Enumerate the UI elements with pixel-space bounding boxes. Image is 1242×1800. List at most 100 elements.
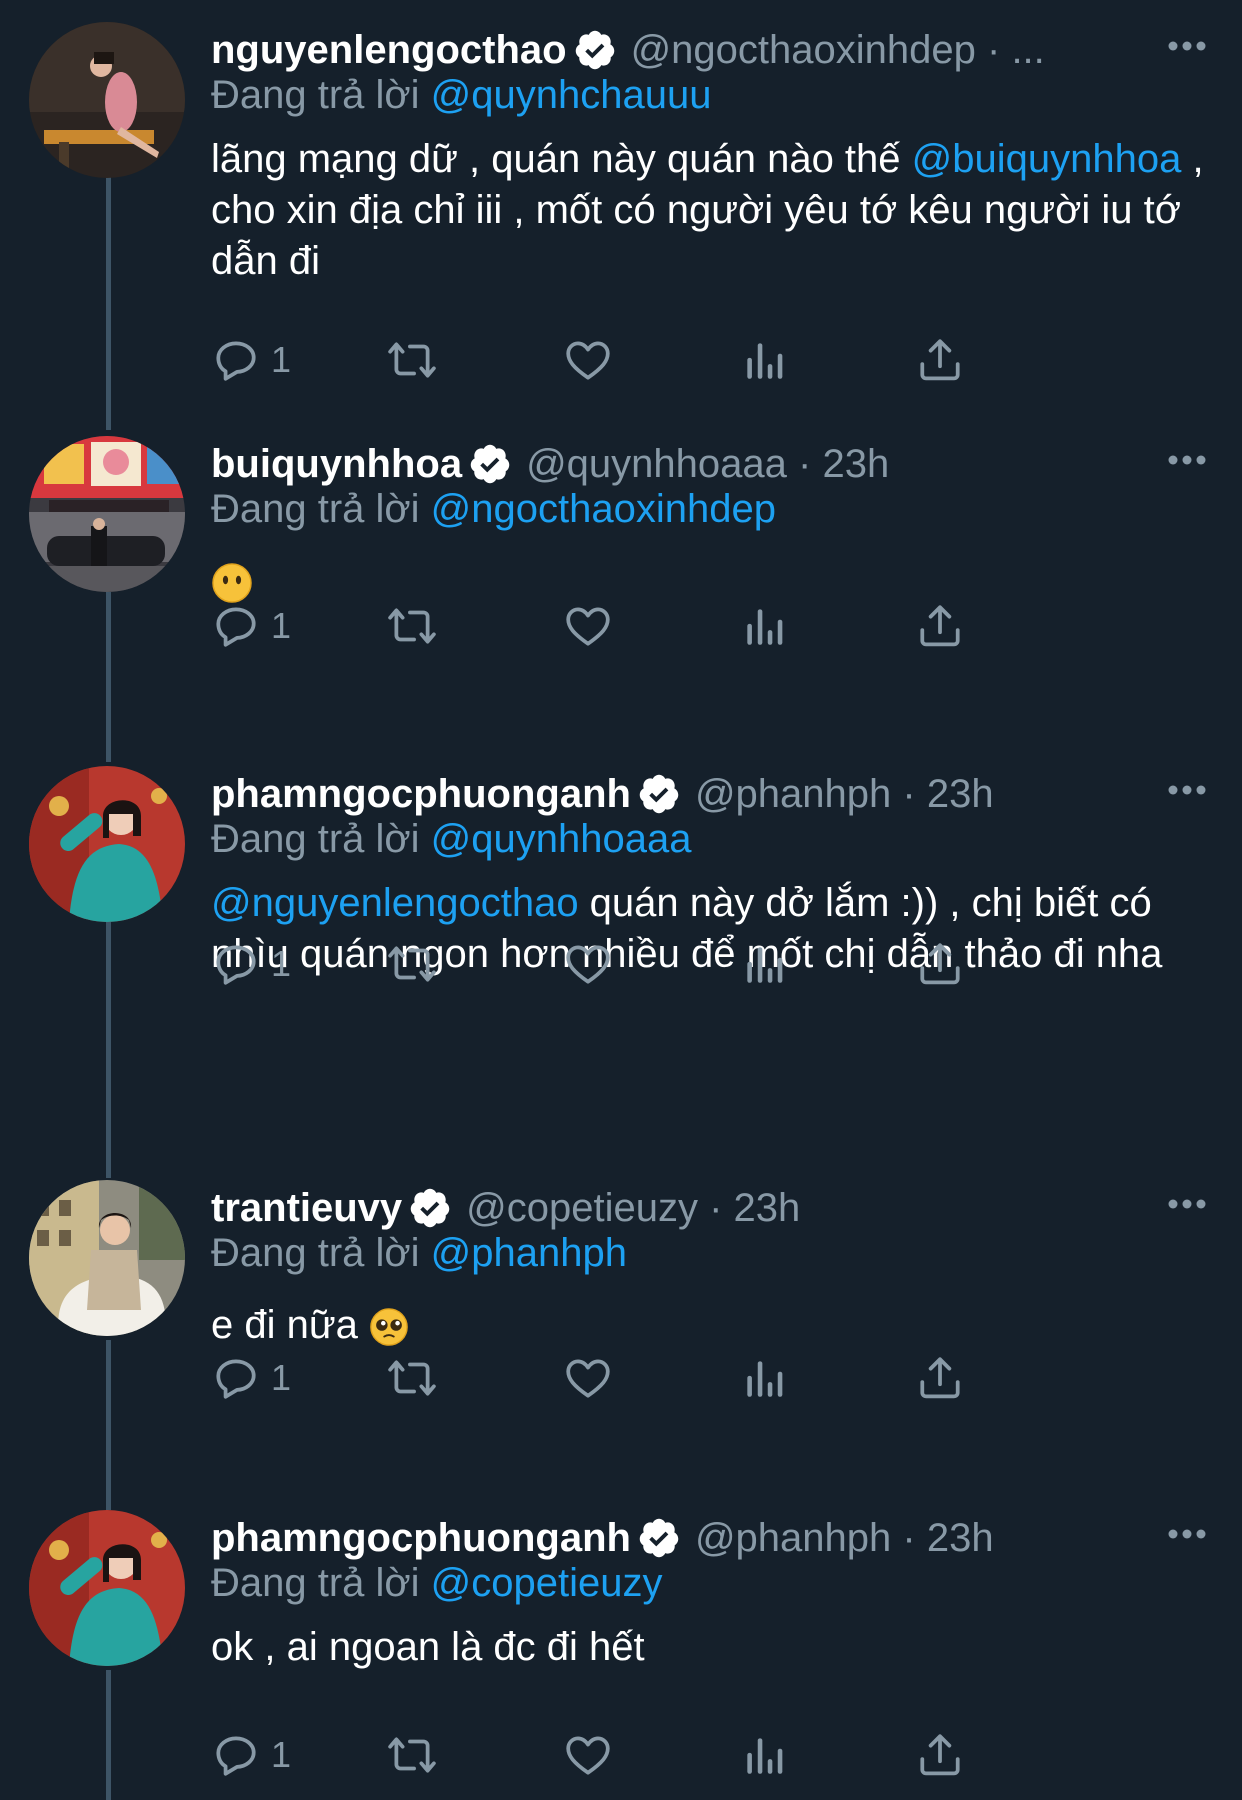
replying-to: Đang trả lời @phanhph: [211, 1230, 1212, 1276]
display-name[interactable]: nguyenlengocthao: [211, 22, 567, 78]
retweet-button[interactable]: [387, 1730, 563, 1780]
analytics-button[interactable]: [739, 335, 915, 385]
retweet-button[interactable]: [387, 601, 563, 651]
reply-to-link[interactable]: @copetieuzy: [431, 1561, 663, 1605]
reply-button[interactable]: 1: [211, 939, 387, 989]
analytics-icon: [747, 1738, 783, 1774]
reply-button[interactable]: 1: [211, 335, 387, 385]
tweet-text: lãng mạng dữ , quán này quán nào thế @bu…: [211, 134, 1212, 287]
share-button[interactable]: [915, 1353, 1091, 1403]
reply-button[interactable]: 1: [211, 1353, 387, 1403]
avatar[interactable]: [29, 766, 185, 922]
reply-count: 1: [271, 1734, 292, 1775]
share-icon: [920, 605, 960, 647]
avatar-photo: [29, 766, 185, 922]
tweet-actions: 1: [211, 330, 1091, 390]
verified-badge-icon: [410, 1188, 450, 1228]
share-icon: [920, 1357, 960, 1399]
share-icon: [920, 1734, 960, 1776]
reply-prefix: Đang trả lời: [211, 73, 420, 117]
tweet-text: e đi nữa: [211, 1300, 1212, 1351]
like-button[interactable]: [563, 335, 739, 385]
more-options-icon[interactable]: [1162, 1184, 1212, 1224]
handle: @quynhhoaaa · 23h: [526, 442, 890, 486]
reply-icon: [216, 341, 256, 381]
verified-badge-icon: [639, 1518, 679, 1558]
tweet-text-part: e đi nữa: [211, 1303, 369, 1347]
tweet-text: ok , ai ngoan là đc đi hết: [211, 1622, 1212, 1673]
reply-button[interactable]: 1: [211, 1730, 387, 1780]
like-button[interactable]: [563, 601, 739, 651]
more-options-icon[interactable]: [1162, 770, 1212, 810]
avatar[interactable]: [29, 1510, 185, 1666]
analytics-button[interactable]: [739, 939, 915, 989]
mention-link[interactable]: @nguyenlengocthao: [211, 881, 579, 925]
reply-to-link[interactable]: @quynhhoaaa: [431, 817, 692, 861]
avatar-photo: [29, 22, 185, 178]
reply-count: 1: [271, 339, 292, 380]
display-name[interactable]: phamngocphuonganh: [211, 1510, 631, 1566]
replying-to: Đang trả lời @copetieuzy: [211, 1560, 1212, 1606]
reply-button[interactable]: 1: [211, 601, 387, 651]
thread-line: [106, 1340, 111, 1510]
handle: @copetieuzy · 23h: [466, 1186, 801, 1230]
pleading-face-emoji: [370, 1308, 408, 1347]
tweet-text-part: ok , ai ngoan là đc đi hết: [211, 1625, 645, 1669]
reply-prefix: Đang trả lời: [211, 817, 420, 861]
tweet-actions: 1: [211, 596, 1091, 656]
analytics-icon: [747, 343, 783, 379]
analytics-button[interactable]: [739, 1730, 915, 1780]
avatar-photo: [29, 436, 185, 592]
thread-line: [106, 592, 111, 762]
retweet-button[interactable]: [387, 939, 563, 989]
reply-icon: [216, 1736, 256, 1776]
replying-to: Đang trả lời @quynhhoaaa: [211, 816, 1212, 862]
replying-to: Đang trả lời @ngocthaoxinhdep: [211, 486, 1212, 532]
like-icon: [566, 341, 610, 380]
reply-count: 1: [271, 943, 292, 984]
retweet-button[interactable]: [387, 335, 563, 385]
more-options-icon[interactable]: [1162, 26, 1212, 66]
like-icon: [566, 1359, 610, 1398]
share-button[interactable]: [915, 939, 1091, 989]
analytics-icon: [747, 1361, 783, 1397]
thread-line: [106, 922, 111, 1178]
share-button[interactable]: [915, 335, 1091, 385]
handle: @phanhph · 23h: [694, 1516, 994, 1560]
tweet-actions: 1: [211, 1725, 1091, 1785]
reply-icon: [216, 945, 256, 985]
handle: @ngocthaoxinhdep · ...: [630, 28, 1045, 72]
thread-line: [106, 160, 111, 430]
share-button[interactable]: [915, 601, 1091, 651]
retweet-icon: [388, 1737, 436, 1773]
share-icon: [920, 943, 960, 985]
reply-prefix: Đang trả lời: [211, 487, 420, 531]
like-button[interactable]: [563, 1730, 739, 1780]
reply-prefix: Đang trả lời: [211, 1231, 420, 1275]
display-name[interactable]: trantieuvy: [211, 1180, 402, 1236]
mention-link[interactable]: @buiquynhhoa: [912, 137, 1182, 181]
retweet-button[interactable]: [387, 1353, 563, 1403]
display-name[interactable]: phamngocphuonganh: [211, 766, 631, 822]
share-button[interactable]: [915, 1730, 1091, 1780]
like-button[interactable]: [563, 939, 739, 989]
thread-line: [106, 1670, 111, 1800]
display-name[interactable]: buiquynhhoa: [211, 436, 462, 492]
more-options-icon[interactable]: [1162, 440, 1212, 480]
avatar[interactable]: [29, 436, 185, 592]
avatar[interactable]: [29, 22, 185, 178]
reply-to-link[interactable]: @phanhph: [431, 1231, 627, 1275]
avatar[interactable]: [29, 1180, 185, 1336]
analytics-icon: [747, 609, 783, 645]
like-button[interactable]: [563, 1353, 739, 1403]
retweet-icon: [388, 946, 436, 982]
analytics-button[interactable]: [739, 1353, 915, 1403]
more-options-icon[interactable]: [1162, 1514, 1212, 1554]
verified-badge-icon: [470, 444, 510, 484]
reply-icon: [216, 1359, 256, 1399]
analytics-button[interactable]: [739, 601, 915, 651]
reply-to-link[interactable]: @quynhchauuu: [431, 73, 712, 117]
like-icon: [566, 607, 610, 646]
reply-to-link[interactable]: @ngocthaoxinhdep: [431, 487, 776, 531]
analytics-icon: [747, 947, 783, 983]
